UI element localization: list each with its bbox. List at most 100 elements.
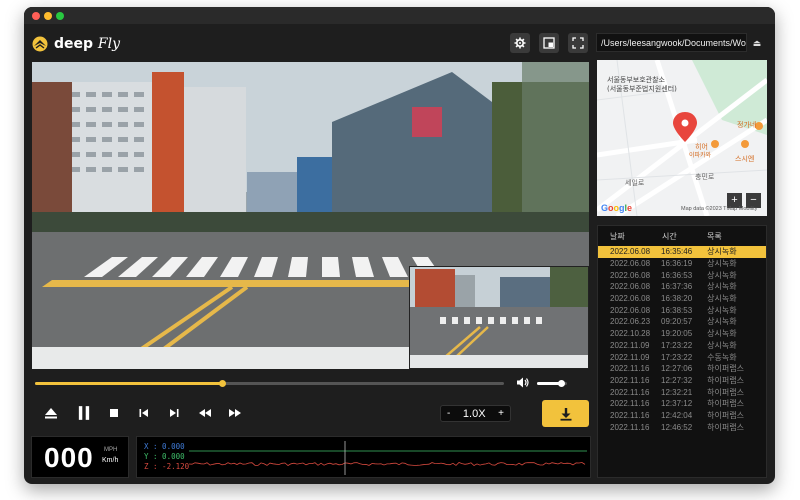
- speed-decrease-button[interactable]: -: [447, 408, 450, 419]
- next-file-button[interactable]: [165, 405, 183, 421]
- list-item-date: 2022.06.08: [610, 282, 651, 292]
- list-item[interactable]: 2022.11.16 12:32:21 하이퍼랩스: [598, 386, 766, 398]
- seek-bar[interactable]: [35, 380, 504, 387]
- list-item[interactable]: 2022.11.09 17:23:22 수동녹화: [598, 351, 766, 363]
- speed-readout: 000: [44, 442, 94, 473]
- list-item[interactable]: 2022.11.09 17:23:22 상시녹화: [598, 340, 766, 352]
- recording-list: 날짜 시간 목록 2022.06.08 16:35:46 상시녹화 2022.06.0…: [597, 225, 767, 478]
- list-item-time: 16:35:46: [661, 247, 693, 257]
- list-item-time: 16:38:53: [661, 305, 693, 315]
- list-item[interactable]: 2022.11.16 12:46:52 하이퍼랩스: [598, 421, 766, 433]
- google-letter-g: G: [601, 203, 609, 213]
- seek-bar-progress: [35, 382, 223, 385]
- speed-value: 1.0X: [462, 407, 486, 420]
- download-button[interactable]: [542, 400, 589, 427]
- list-item[interactable]: 2022.06.08 16:38:53 상시녹화: [598, 304, 766, 316]
- list-item-date: 2022.10.28: [610, 329, 651, 339]
- list-header: 날짜 시간 목록: [598, 226, 766, 246]
- list-item-time: 12:27:06: [661, 364, 693, 374]
- volume-icon[interactable]: [516, 376, 529, 389]
- list-item-time: 17:23:22: [661, 352, 693, 362]
- column-header-time[interactable]: 시간: [650, 231, 697, 242]
- settings-button[interactable]: [510, 33, 530, 53]
- list-item-date: 2022.06.08: [610, 247, 651, 257]
- list-item-time: 09:20:57: [661, 317, 693, 327]
- google-logo: Google: [601, 203, 632, 213]
- list-item-date: 2022.11.09: [610, 340, 650, 350]
- list-item[interactable]: 2022.06.08 16:35:46 상시녹화: [598, 246, 766, 258]
- logo-wordmark: deep Fly: [54, 36, 120, 52]
- folder-path-input[interactable]: /Users/leesangwook/Documents/Works: [596, 33, 747, 52]
- skip-next-icon: [170, 409, 179, 417]
- stop-icon: [110, 409, 118, 417]
- list-item[interactable]: 2022.10.28 19:20:05 상시녹화: [598, 328, 766, 340]
- list-item[interactable]: 2022.06.08 16:37:36 상시녹화: [598, 281, 766, 293]
- list-item-date: 2022.06.08: [610, 259, 651, 269]
- rewind-icon: [199, 409, 211, 417]
- list-item-type: 상시녹화: [707, 282, 737, 292]
- list-item-type: 하이퍼랩스: [707, 422, 744, 432]
- playback-speed-control: - 1.0X +: [440, 405, 511, 422]
- map-label-road-1: 세일로: [625, 179, 645, 187]
- map-label-poi-3: 이파카와: [689, 152, 712, 159]
- list-item[interactable]: 2022.06.08 16:36:19 상시녹화: [598, 258, 766, 270]
- list-item-type: 하이퍼랩스: [707, 364, 744, 374]
- pause-button[interactable]: [74, 403, 94, 423]
- list-item[interactable]: 2022.11.16 12:27:32 하이퍼랩스: [598, 375, 766, 387]
- rewind-button[interactable]: [196, 405, 214, 421]
- list-item-type: 상시녹화: [707, 317, 737, 327]
- minimize-window-button[interactable]: [44, 12, 52, 20]
- speed-unit-kmh[interactable]: Km/h: [102, 457, 118, 464]
- column-header-date[interactable]: 날짜: [598, 231, 650, 242]
- seek-bar-thumb[interactable]: [219, 380, 227, 387]
- gear-icon: [514, 37, 526, 49]
- speed-unit-mph[interactable]: MPH: [104, 447, 117, 453]
- list-item-type: 수동녹화: [707, 352, 737, 362]
- eject-icon: [45, 408, 57, 419]
- main-video-view[interactable]: INBAD FX2 m.f.0.1.0 2022.06.08 16:35:48 …: [32, 62, 589, 369]
- app-logo: deep Fly: [32, 35, 120, 53]
- pip-layout-icon: [543, 37, 555, 49]
- title-bar: [24, 7, 775, 24]
- g-sensor-z-line: [188, 462, 586, 466]
- list-item-time: 16:37:36: [661, 282, 693, 292]
- logo-text-fly: Fly: [97, 36, 121, 52]
- list-item-date: 2022.11.16: [610, 387, 650, 397]
- rear-camera-pip[interactable]: [409, 266, 589, 369]
- volume-slider[interactable]: [537, 380, 567, 387]
- pip-layout-button[interactable]: [539, 33, 559, 53]
- list-item-type: 상시녹화: [707, 305, 737, 315]
- list-item[interactable]: 2022.06.23 09:20:57 상시녹화: [598, 316, 766, 328]
- volume-slider-thumb[interactable]: [557, 380, 565, 387]
- close-window-button[interactable]: [32, 12, 40, 20]
- fullscreen-icon: [572, 37, 584, 49]
- column-header-type[interactable]: 목록: [697, 231, 757, 242]
- google-letter-e: e: [627, 203, 633, 213]
- list-item[interactable]: 2022.06.08 16:38:20 상시녹화: [598, 293, 766, 305]
- list-item[interactable]: 2022.11.16 12:42:04 하이퍼랩스: [598, 410, 766, 422]
- list-item-type: 하이퍼랩스: [707, 410, 744, 420]
- list-item[interactable]: 2022.11.16 12:27:06 하이퍼랩스: [598, 363, 766, 375]
- open-folder-button[interactable]: ⏏: [750, 36, 764, 50]
- stop-button[interactable]: [105, 405, 123, 421]
- list-item-type: 상시녹화: [707, 294, 737, 304]
- map-label-road-2: 충민로: [695, 173, 715, 181]
- list-item[interactable]: 2022.06.08 16:36:53 상시녹화: [598, 269, 766, 281]
- g-sensor-graph: X : 0.000 Y : 0.000 Z : -2.120: [136, 436, 591, 478]
- list-item[interactable]: 2022.11.16 12:37:12 하이퍼랩스: [598, 398, 766, 410]
- logo-icon: [32, 36, 48, 52]
- eject-button[interactable]: [42, 405, 60, 421]
- gps-map[interactable]: 서울동부보호관찰소 (서울동부준법지원센터) 정가네 히어 이파카와 스시엔 세…: [597, 60, 767, 216]
- pip-frame-illustration: [410, 267, 588, 368]
- speed-increase-button[interactable]: +: [498, 408, 504, 419]
- list-item-date: 2022.11.16: [610, 375, 650, 385]
- map-label-poi-1: 정가네: [737, 121, 757, 129]
- zoom-window-button[interactable]: [56, 12, 64, 20]
- list-item-type: 하이퍼랩스: [707, 387, 744, 397]
- fast-forward-button[interactable]: [226, 405, 244, 421]
- list-item-type: 하이퍼랩스: [707, 375, 744, 385]
- fullscreen-button[interactable]: [568, 33, 588, 53]
- list-item-date: 2022.06.08: [610, 270, 651, 280]
- list-item-time: 16:38:20: [661, 294, 693, 304]
- previous-file-button[interactable]: [135, 405, 153, 421]
